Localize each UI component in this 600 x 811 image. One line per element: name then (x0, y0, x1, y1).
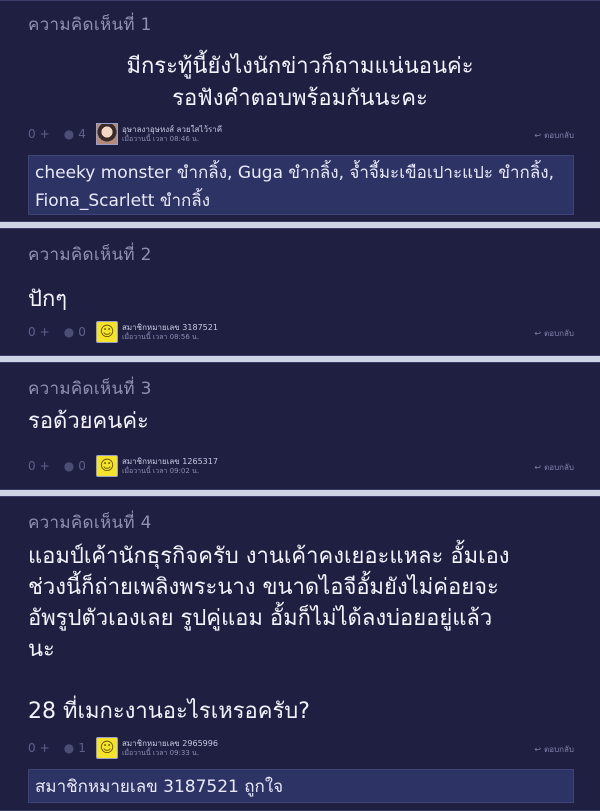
vote-area[interactable]: 0 + ● 0 (28, 325, 86, 339)
reply-icon: ↩ (534, 463, 542, 472)
body-line: อัพรูปตัวเองเลย รูปคู่แอม อั้มก็ไม่ได้ลง… (28, 606, 493, 631)
comment-icon: ● (63, 127, 75, 141)
comment-body: รอด้วยคนค่ะ (28, 407, 580, 437)
body-line: ปักๆ (28, 287, 68, 312)
vote-count: 0 (28, 459, 36, 473)
comment-meta: 0 + ● 1 ☺ สมาชิกหมายเลข 2965996 เมื่อวาน… (28, 737, 574, 763)
reply-label: ตอบกลับ (544, 745, 574, 754)
comment-icon: ● (63, 741, 75, 755)
post-time: เมื่อวานนี้ เวลา 08:46 น. (122, 135, 200, 143)
reply-label: ตอบกลับ (544, 329, 574, 338)
comment-title: ความคิดเห็นที่ 4 (28, 513, 152, 533)
vote-area[interactable]: 0 + ● 4 (28, 127, 86, 141)
body-line: แอมป์เค้านักธุรกิจครับ งานเค้าคงเยอะแหละ… (28, 544, 510, 569)
reply-label: ตอบกลับ (544, 131, 574, 140)
reply-button[interactable]: ↩ ตอบกลับ (534, 743, 574, 756)
post-time: เมื่อวานนี้ เวลา 08:56 น. (122, 333, 200, 341)
comment-title: ความคิดเห็นที่ 3 (28, 379, 152, 399)
comment-body: มีกระทู้นี้ยังไงนักข่าวก็ถามแน่นอนค่ะ รอ… (0, 51, 600, 115)
reply-button[interactable]: ↩ ตอบกลับ (534, 461, 574, 474)
comment-body: ปักๆ (28, 285, 580, 315)
reply-label: ตอบกลับ (544, 463, 574, 472)
vote-area[interactable]: 0 + ● 1 (28, 741, 86, 755)
vote-count: 0 (28, 127, 36, 141)
comment-icon: ● (63, 325, 75, 339)
comment-card-4: ความคิดเห็นที่ 4 แอมป์เค้านักธุรกิจครับ … (0, 496, 600, 811)
reply-count: 1 (78, 741, 86, 755)
body-line: รอด้วยคนค่ะ (28, 409, 149, 434)
reply-icon: ↩ (534, 131, 542, 140)
reply-icon: ↩ (534, 329, 542, 338)
comment-card-1: ความคิดเห็นที่ 1 มีกระทู้นี้ยังไงนักข่าว… (0, 0, 600, 222)
likes-box: cheeky monster ขำกลิ้ง, Guga ขำกลิ้ง, จ้… (28, 155, 574, 215)
plus-icon[interactable]: + (40, 741, 50, 755)
post-time: เมื่อวานนี้ เวลา 09:33 น. (122, 749, 200, 757)
body-line: นะ (28, 637, 55, 662)
comment-card-2: ความคิดเห็นที่ 2 ปักๆ 0 + ● 0 ☺ สมาชิกหม… (0, 228, 600, 356)
body-line: รอฟังคำตอบพร้อมกันนะคะ (172, 86, 428, 111)
comment-meta: 0 + ● 0 ☺ สมาชิกหมายเลข 3187521 เมื่อวาน… (28, 321, 574, 347)
reply-count: 4 (78, 127, 86, 141)
comment-icon: ● (63, 459, 75, 473)
plus-icon[interactable]: + (40, 459, 50, 473)
plus-icon[interactable]: + (40, 127, 50, 141)
comment-meta: 0 + ● 0 ☺ สมาชิกหมายเลข 1265317 เมื่อวาน… (28, 455, 574, 481)
body-line: 28 ที่เมกะงานอะไรเหรอครับ? (28, 699, 310, 724)
body-line: มีกระทู้นี้ยังไงนักข่าวก็ถามแน่นอนค่ะ (126, 54, 474, 79)
reply-icon: ↩ (534, 745, 542, 754)
comment-meta: 0 + ● 4 อุษาลงาอุษหงส์ ลวยใสไว้ราคี เมื่… (28, 123, 574, 149)
vote-count: 0 (28, 325, 36, 339)
post-time: เมื่อวานนี้ เวลา 09:02 น. (122, 467, 200, 475)
comment-title: ความคิดเห็นที่ 1 (28, 15, 152, 35)
reply-button[interactable]: ↩ ตอบกลับ (534, 129, 574, 142)
plus-icon[interactable]: + (40, 325, 50, 339)
body-line: ช่วงนี้ก็ถ่ายเพลิงพระนาง ขนาดไอจีอั้มยัง… (28, 575, 499, 600)
comment-card-3: ความคิดเห็นที่ 3 รอด้วยคนค่ะ 0 + ● 0 ☺ ส… (0, 362, 600, 490)
smiley-avatar[interactable]: ☺ (96, 455, 118, 477)
comment-title: ความคิดเห็นที่ 2 (28, 245, 152, 265)
vote-count: 0 (28, 741, 36, 755)
smiley-avatar[interactable]: ☺ (96, 321, 118, 343)
smiley-avatar[interactable]: ☺ (96, 737, 118, 759)
reply-count: 0 (78, 459, 86, 473)
comment-body: แอมป์เค้านักธุรกิจครับ งานเค้าคงเยอะแหละ… (28, 541, 580, 727)
avatar[interactable] (96, 123, 118, 145)
reply-count: 0 (78, 325, 86, 339)
vote-area[interactable]: 0 + ● 0 (28, 459, 86, 473)
reply-button[interactable]: ↩ ตอบกลับ (534, 327, 574, 340)
likes-box: สมาชิกหมายเลข 3187521 ถูกใจ (28, 769, 574, 803)
